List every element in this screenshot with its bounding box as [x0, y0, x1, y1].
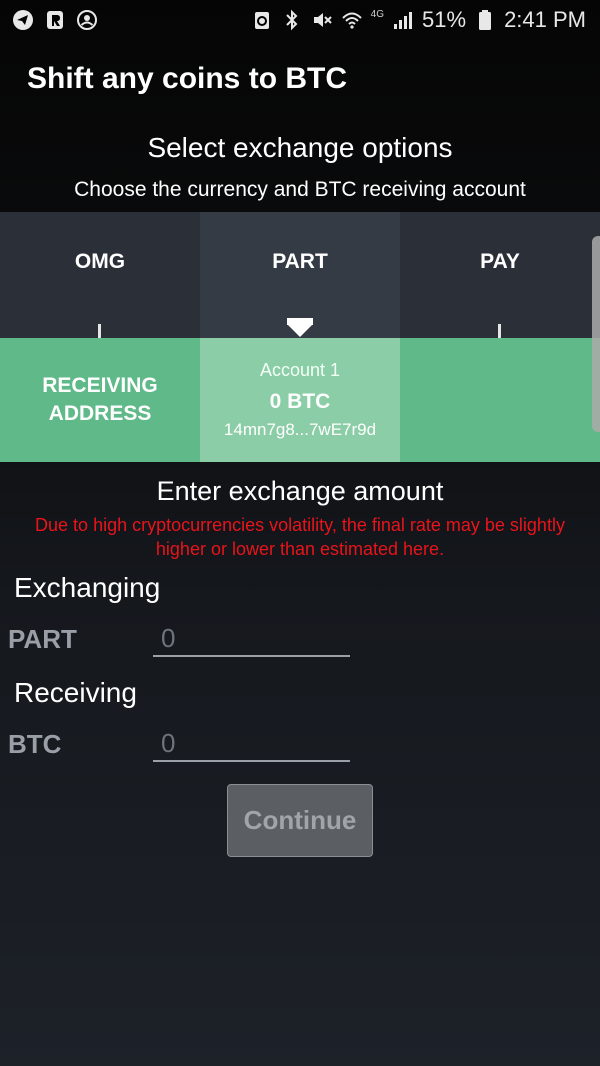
receiving-label: Receiving — [14, 677, 137, 708]
clock: 2:41 PM — [504, 7, 586, 32]
account-card[interactable]: Account 1 0 BTC 14mn7g8...7wE7r9d — [200, 338, 400, 462]
account-address: 14mn7g8...7wE7r9d — [223, 420, 377, 439]
volatility-warning: Due to high cryptocurrencies volatility,… — [35, 515, 565, 559]
options-subheading: Choose the currency and BTC receiving ac… — [74, 178, 526, 201]
account-circle-icon — [76, 9, 98, 31]
sync-icon — [251, 9, 273, 31]
battery-icon — [474, 9, 496, 31]
mute-icon — [311, 9, 333, 31]
currency-tab-part[interactable]: PART — [200, 212, 400, 338]
bluetooth-icon — [281, 9, 303, 31]
amount-heading: Enter exchange amount — [156, 476, 444, 506]
account-name: Account 1 — [259, 360, 341, 380]
account-balance: 0 BTC — [269, 390, 331, 413]
receiving-label-line1: RECEIVING — [42, 374, 158, 397]
status-bar: 4G 51% 2:41 PM — [0, 0, 600, 42]
battery-percent: 51% — [422, 7, 467, 32]
tick-marker — [498, 324, 501, 338]
wifi-icon — [341, 9, 363, 31]
selection-pointer-arrow-icon — [287, 324, 313, 337]
currency-tab-label: PART — [272, 250, 328, 273]
continue-button[interactable]: Continue — [227, 784, 373, 857]
network-type: 4G — [370, 8, 385, 20]
edge-panel-handle[interactable] — [592, 236, 600, 432]
currency-tab-label: PAY — [480, 250, 520, 273]
telegram-icon — [12, 9, 34, 31]
currency-tab-label: OMG — [74, 250, 126, 273]
options-heading: Select exchange options — [147, 132, 453, 163]
receiving-accounts-row: RECEIVING ADDRESS Account 1 0 BTC 14mn7g… — [0, 338, 600, 462]
currency-tab-omg[interactable]: OMG — [0, 212, 200, 338]
currency-selector: OMG PART PAY — [0, 212, 600, 338]
receiving-address-label: RECEIVING ADDRESS — [0, 338, 200, 462]
exchanging-currency: PART — [8, 624, 77, 654]
receiving-currency: BTC — [8, 729, 62, 759]
receiving-label-line2: ADDRESS — [48, 402, 152, 425]
page-title: Shift any coins to BTC — [27, 62, 348, 95]
tick-marker — [98, 324, 101, 338]
signal-icon — [392, 9, 414, 31]
receiving-amount-input[interactable] — [153, 726, 350, 762]
exchanging-label: Exchanging — [14, 572, 161, 603]
r-app-icon — [44, 9, 66, 31]
exchanging-amount-input[interactable] — [153, 621, 350, 657]
currency-tab-pay[interactable]: PAY — [400, 212, 600, 338]
